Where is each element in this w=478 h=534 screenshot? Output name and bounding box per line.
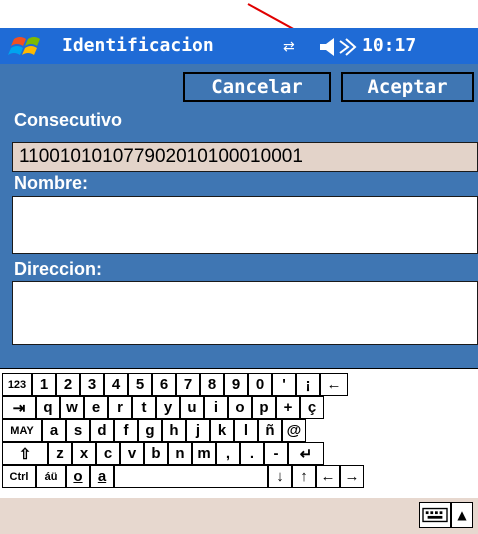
accents-key[interactable]: áü [36, 465, 66, 488]
key-q[interactable]: q [36, 396, 60, 419]
key-s[interactable]: s [66, 419, 90, 442]
key-apostrophe[interactable]: ' [272, 373, 296, 396]
arrow-down-key[interactable]: ↓ [268, 465, 292, 488]
enter-key[interactable]: ↵ [288, 442, 324, 465]
cancel-button[interactable]: Cancelar [183, 72, 331, 102]
key-o[interactable]: o [228, 396, 252, 419]
key-comma[interactable]: , [216, 442, 240, 465]
key-w[interactable]: w [60, 396, 84, 419]
consecutivo-label: Consecutivo [14, 110, 123, 130]
consecutivo-field[interactable]: 110010101077902010100010001 [12, 142, 478, 172]
tab-key[interactable]: ⇥ [2, 396, 36, 419]
nombre-field[interactable] [12, 196, 478, 254]
windows-logo-icon[interactable] [8, 33, 54, 59]
key-m[interactable]: m [192, 442, 216, 465]
space-key[interactable] [114, 465, 268, 488]
key-c-cedilla[interactable]: ç [300, 396, 324, 419]
key-z[interactable]: z [48, 442, 72, 465]
shift-key[interactable]: ⇧ [2, 442, 48, 465]
key-7[interactable]: 7 [176, 373, 200, 396]
volume-icon[interactable] [318, 36, 358, 58]
window-title: Identificacion [62, 35, 214, 56]
caps-lock-key[interactable]: MAY [2, 419, 42, 442]
keyboard-icon[interactable] [419, 502, 451, 528]
key-3[interactable]: 3 [80, 373, 104, 396]
key-n[interactable]: n [168, 442, 192, 465]
key-n-tilde[interactable]: ñ [258, 419, 282, 442]
key-v[interactable]: v [120, 442, 144, 465]
key-plus[interactable]: + [276, 396, 300, 419]
key-ordinal-o[interactable]: o [66, 465, 90, 488]
key-g[interactable]: g [138, 419, 162, 442]
command-bar [0, 498, 478, 534]
key-4[interactable]: 4 [104, 373, 128, 396]
key-123[interactable]: 123 [2, 373, 32, 396]
key-at[interactable]: @ [282, 419, 306, 442]
key-1[interactable]: 1 [32, 373, 56, 396]
key-u[interactable]: u [180, 396, 204, 419]
key-5[interactable]: 5 [128, 373, 152, 396]
key-h[interactable]: h [162, 419, 186, 442]
key-j[interactable]: j [186, 419, 210, 442]
direccion-field[interactable] [12, 281, 478, 345]
key-k[interactable]: k [210, 419, 234, 442]
key-period[interactable]: . [240, 442, 264, 465]
backspace-key[interactable]: ← [320, 373, 348, 396]
direccion-label: Direccion: [14, 259, 103, 279]
key-b[interactable]: b [144, 442, 168, 465]
key-a[interactable]: a [42, 419, 66, 442]
input-menu-arrow-icon[interactable]: ▲ [451, 502, 473, 528]
key-ordinal-a[interactable]: a [90, 465, 114, 488]
key-t[interactable]: t [132, 396, 156, 419]
arrow-left-key[interactable]: ← [316, 465, 340, 488]
annotation-area [0, 0, 478, 28]
connectivity-icon[interactable]: ⇄ [283, 38, 309, 56]
key-f[interactable]: f [114, 419, 138, 442]
key-c[interactable]: c [96, 442, 120, 465]
arrow-up-key[interactable]: ↑ [292, 465, 316, 488]
key-8[interactable]: 8 [200, 373, 224, 396]
key-i[interactable]: i [204, 396, 228, 419]
key-r[interactable]: r [108, 396, 132, 419]
key-y[interactable]: y [156, 396, 180, 419]
key-hyphen[interactable]: - [264, 442, 288, 465]
key-0[interactable]: 0 [248, 373, 272, 396]
arrow-right-key[interactable]: → [340, 465, 364, 488]
key-x[interactable]: x [72, 442, 96, 465]
key-p[interactable]: p [252, 396, 276, 419]
nombre-label: Nombre: [14, 173, 89, 193]
accept-button[interactable]: Aceptar [341, 72, 474, 102]
key-2[interactable]: 2 [56, 373, 80, 396]
clock[interactable]: 10:17 [362, 35, 416, 57]
key-9[interactable]: 9 [224, 373, 248, 396]
key-6[interactable]: 6 [152, 373, 176, 396]
ctrl-key[interactable]: Ctrl [2, 465, 36, 488]
key-l[interactable]: l [234, 419, 258, 442]
key-e[interactable]: e [84, 396, 108, 419]
key-d[interactable]: d [90, 419, 114, 442]
key-inverted-exclamation[interactable]: ¡ [296, 373, 320, 396]
